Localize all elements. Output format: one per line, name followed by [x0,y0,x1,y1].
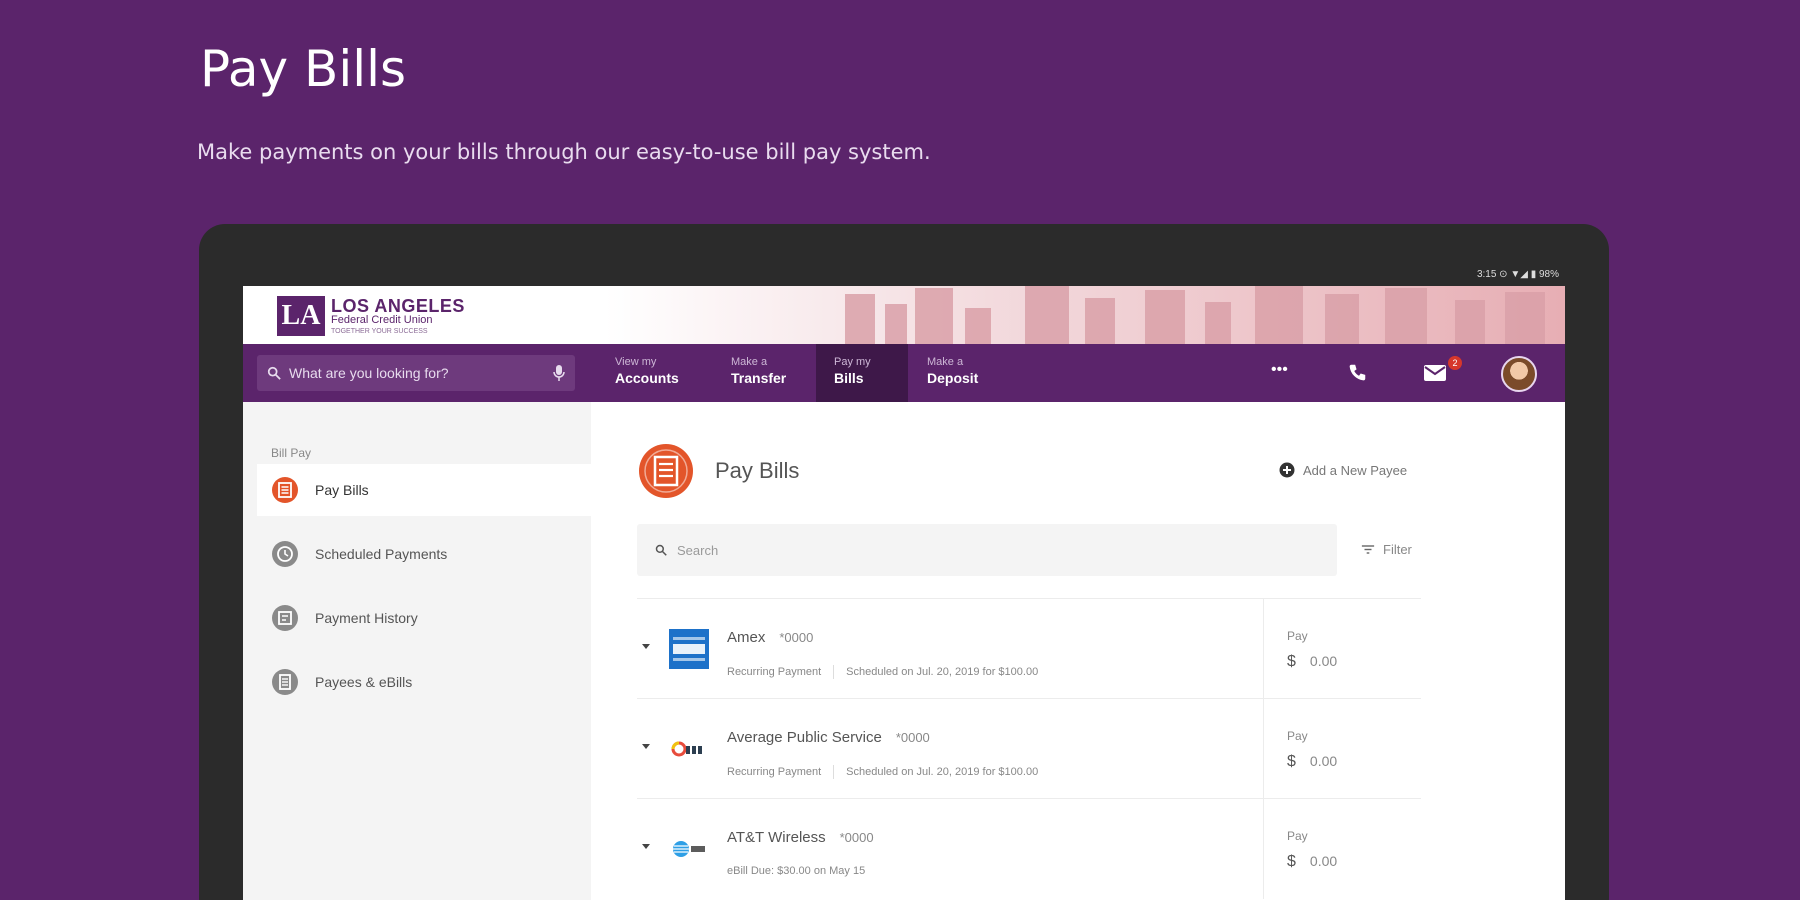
page-title: Pay Bills [715,458,800,483]
payee-meta-scheduled: Scheduled on Jul. 20, 2019 for $100.00 [846,666,1039,678]
nav-accounts-label: Accounts [615,370,679,386]
amex-logo [669,629,709,669]
sidebar-item-label: Payees & eBills [315,674,413,690]
payee-meta: Recurring Payment Scheduled on Jul. 20, … [727,665,1038,679]
search-icon [267,366,281,380]
microphone-icon[interactable] [553,365,565,381]
logo-line1: LOS ANGELES [331,296,465,316]
dollar-icon: $ [1287,753,1296,770]
payee-meta: Recurring Payment Scheduled on Jul. 20, … [727,765,1038,779]
pay-amount-input[interactable]: $ 0.00 [1287,653,1337,671]
logo-line2: Federal Credit Union [331,314,433,326]
history-icon [272,605,298,631]
sidebar-item-label: Scheduled Payments [315,546,448,562]
table-row[interactable]: AT&T Wireless *0000 eBill Due: $30.00 on … [637,798,1421,899]
chevron-down-icon[interactable] [641,743,651,751]
payee-name-text: AT&T Wireless [727,829,826,846]
page-subline: Make payments on your bills through our … [197,140,931,164]
pay-label: Pay [1287,729,1308,743]
more-menu-button[interactable]: ••• [1271,361,1288,379]
sidebar-item-scheduled-payments[interactable]: Scheduled Payments [257,528,591,580]
nav-bills-label: Bills [834,370,864,386]
pay-label: Pay [1287,829,1308,843]
device-status-bar: 3:15 ⊙ ▼◢ ▮ 98% [243,264,1565,286]
logo-text: LOS ANGELES Federal Credit Union TOGETHE… [331,297,465,335]
bill-icon [639,444,693,498]
att-logo [673,841,705,857]
chevron-down-icon[interactable] [641,643,651,651]
nav-bills-small: Pay my [834,356,871,368]
dollar-icon: $ [1287,853,1296,870]
payee-search-placeholder: Search [677,542,719,558]
filter-label: Filter [1383,542,1412,557]
main-content: Pay Bills Add a New Payee Search Filter [591,402,1565,900]
bill-icon [272,477,298,503]
phone-icon[interactable] [1345,362,1369,384]
nav-accounts-small: View my [615,356,657,368]
nav-transfer[interactable]: Make a Transfer [713,344,804,402]
payee-name: Amex *0000 [727,629,813,646]
nav-search-input[interactable]: What are you looking for? [257,355,575,391]
logo-mark: LA [277,296,325,336]
add-payee-label: Add a New Payee [1303,462,1408,478]
payee-search-input[interactable]: Search [637,524,1337,576]
sidebar: Bill Pay Pay Bills Scheduled Payments Pa… [243,402,591,900]
dollar-icon: $ [1287,653,1296,670]
nav-bills[interactable]: Pay my Bills [816,344,908,402]
add-payee-button[interactable]: Add a New Payee [1279,462,1407,478]
add-circle-icon [1279,462,1295,478]
main-navbar: What are you looking for? View my Accoun… [243,344,1565,402]
pay-amount-value: 0.00 [1309,853,1338,869]
nav-transfer-label: Transfer [731,370,787,386]
nav-deposit-label: Deposit [927,370,979,386]
filter-icon [1361,545,1375,554]
payee-meta-ebill: eBill Due: $30.00 on May 15 [727,865,866,877]
nav-transfer-small: Make a [731,356,768,368]
page-headline: Pay Bills [200,40,407,98]
skyline-image [605,286,1565,344]
payee-account: *0000 [895,730,930,745]
payee-meta-recurring: Recurring Payment [727,766,822,778]
avatar[interactable] [1501,356,1537,392]
pay-amount-input[interactable]: $ 0.00 [1287,853,1337,871]
pay-amount-value: 0.00 [1309,653,1338,669]
aps-logo [671,741,702,757]
header-banner: LA LOS ANGELES Federal Credit Union TOGE… [243,286,1565,344]
pay-amount-value: 0.00 [1309,753,1338,769]
logo-line3: TOGETHER YOUR SUCCESS [331,328,428,335]
table-row[interactable]: Amex *0000 Recurring Payment Scheduled on… [637,598,1421,699]
payee-name: AT&T Wireless *0000 [727,829,874,846]
nav-accounts[interactable]: View my Accounts [597,344,697,402]
payee-meta: eBill Due: $30.00 on May 15 [727,865,865,877]
sidebar-item-label: Pay Bills [315,482,369,498]
list-icon [272,669,298,695]
payee-account: *0000 [839,830,874,845]
payee-name-text: Average Public Service [727,729,882,746]
payee-name-text: Amex [727,629,766,646]
filter-button[interactable]: Filter [1361,542,1412,557]
sidebar-item-payees-ebills[interactable]: Payees & eBills [257,656,591,708]
app-screen: 3:15 ⊙ ▼◢ ▮ 98% LA LOS ANGELES Federal C… [243,264,1565,900]
table-row[interactable]: Average Public Service *0000 Recurring Pa… [637,698,1421,799]
clock-icon [272,541,298,567]
payee-meta-recurring: Recurring Payment [727,666,822,678]
pay-amount-input[interactable]: $ 0.00 [1287,753,1337,771]
payee-meta-scheduled: Scheduled on Jul. 20, 2019 for $100.00 [846,766,1039,778]
payee-name: Average Public Service *0000 [727,729,930,746]
credit-union-logo[interactable]: LA LOS ANGELES Federal Credit Union TOGE… [277,294,465,338]
nav-deposit[interactable]: Make a Deposit [909,344,996,402]
chevron-down-icon[interactable] [641,843,651,851]
mail-badge: 2 [1448,356,1462,370]
nav-search-placeholder: What are you looking for? [289,365,449,381]
nav-deposit-small: Make a [927,356,964,368]
sidebar-item-pay-bills[interactable]: Pay Bills [257,464,591,516]
sidebar-heading: Bill Pay [271,446,312,460]
search-icon [655,544,667,556]
pay-label: Pay [1287,629,1308,643]
payee-account: *0000 [779,630,814,645]
sidebar-item-label: Payment History [315,610,418,626]
mail-icon[interactable] [1423,362,1447,384]
sidebar-item-payment-history[interactable]: Payment History [257,592,591,644]
